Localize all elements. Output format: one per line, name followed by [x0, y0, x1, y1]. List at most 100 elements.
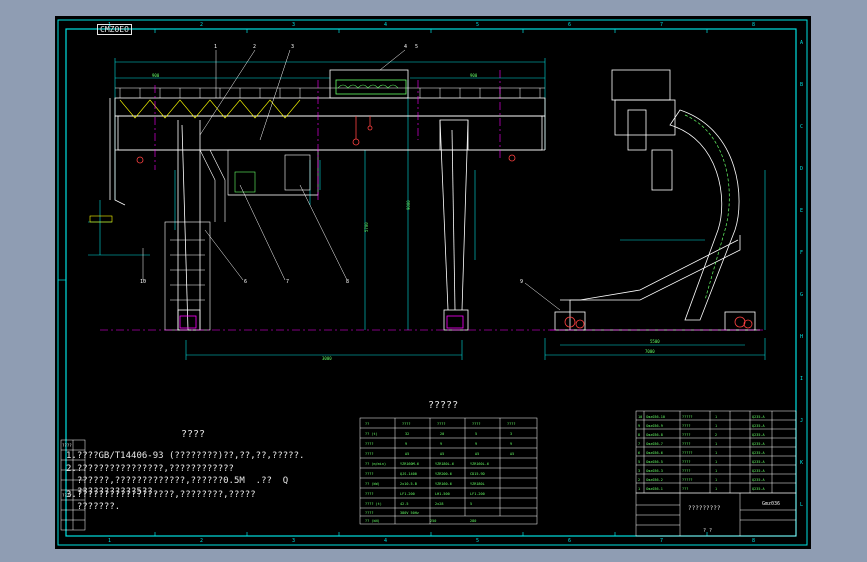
svg-text:F: F — [800, 250, 803, 256]
svg-text:3: 3 — [510, 432, 512, 436]
svg-text:Q235-A: Q235-A — [752, 487, 766, 491]
callout-6: 6 — [244, 279, 247, 285]
svg-text:Q235-A: Q235-A — [752, 415, 766, 419]
svg-text:1: 1 — [715, 487, 717, 491]
svg-text:D: D — [800, 166, 803, 172]
svg-text:5: 5 — [475, 432, 477, 436]
svg-text:CD15-9D: CD15-9D — [470, 472, 485, 476]
svg-text:????: ???? — [682, 433, 690, 437]
callout-3: 3 — [291, 44, 294, 50]
svg-text:Gmz036-1: Gmz036-1 — [646, 487, 663, 491]
svg-text:20: 20 — [440, 432, 444, 436]
svg-text:250: 250 — [430, 519, 436, 523]
border-number: 6 — [568, 22, 571, 28]
title-block-name: ????????? — [688, 505, 721, 512]
spec-table-title: ????? — [428, 400, 459, 411]
svg-text:????: ???? — [365, 442, 373, 446]
title-block-small: ? ? — [703, 528, 712, 534]
svg-text:A5: A5 — [405, 452, 409, 456]
svg-text:YZR180L: YZR180L — [470, 482, 485, 486]
svg-text:Gmz036-3: Gmz036-3 — [646, 469, 663, 473]
svg-text:Q235-A: Q235-A — [752, 433, 766, 437]
svg-text:A5: A5 — [440, 452, 444, 456]
svg-text:3000: 3000 — [322, 356, 332, 361]
svg-text:380V 50Hz: 380V 50Hz — [400, 511, 419, 515]
svg-text:Gmz036-6: Gmz036-6 — [646, 451, 663, 455]
svg-text:?????: ????? — [682, 451, 693, 455]
svg-text:2x28: 2x28 — [435, 502, 443, 506]
svg-text:????: ???? — [472, 422, 480, 426]
svg-text:A: A — [800, 40, 803, 46]
svg-text:?? (m/min): ?? (m/min) — [365, 462, 386, 466]
svg-text:?????: ????? — [682, 478, 693, 482]
svg-text:Q235-A: Q235-A — [752, 478, 766, 482]
svg-text:????: ???? — [365, 472, 373, 476]
callout-4: 4 — [404, 44, 407, 50]
notes-heading: ???? — [181, 429, 206, 440]
border-number: 2 — [200, 538, 203, 544]
svg-text:???? (t): ???? (t) — [365, 502, 382, 506]
svg-text:5500: 5500 — [650, 339, 660, 344]
svg-text:???: ??? — [682, 487, 688, 491]
svg-text:5: 5 — [638, 460, 640, 464]
svg-text:??: ?? — [365, 422, 369, 426]
svg-text:YZR180L-6: YZR180L-6 — [435, 462, 454, 466]
svg-text:????: ???? — [682, 469, 690, 473]
svg-text:A5: A5 — [475, 452, 479, 456]
callout-1: 1 — [214, 44, 217, 50]
svg-text:9000: 9000 — [406, 200, 411, 210]
svg-text:Q235-A: Q235-A — [752, 424, 766, 428]
drawing-number: Gmz036 — [762, 501, 780, 507]
svg-text:H: H — [800, 334, 803, 340]
svg-text:?? (kN): ?? (kN) — [365, 519, 380, 523]
svg-text:9: 9 — [510, 442, 512, 446]
svg-text:E: E — [800, 208, 803, 214]
note-line: ???????. — [66, 502, 121, 512]
cad-viewer-window: 1 2 3 4 5 6 7 8 1 2 3 4 5 6 7 8 ABC DEF … — [0, 0, 867, 562]
svg-text:1: 1 — [715, 460, 717, 464]
revision-label-1: ???? — [62, 443, 72, 448]
svg-text:I: I — [800, 376, 803, 382]
border-number: 3 — [292, 538, 295, 544]
svg-text:Q235-A: Q235-A — [752, 469, 766, 473]
border-number: 5 — [476, 538, 479, 544]
svg-text:Gmz036-8: Gmz036-8 — [646, 433, 663, 437]
border-number: 7 — [660, 538, 663, 544]
svg-text:Q235-A: Q235-A — [752, 460, 766, 464]
svg-text:900: 900 — [470, 73, 478, 78]
svg-text:?? (kW): ?? (kW) — [365, 482, 380, 486]
svg-text:9: 9 — [638, 424, 640, 428]
svg-text:280: 280 — [470, 519, 476, 523]
svg-text:B: B — [800, 82, 803, 88]
svg-text:2: 2 — [638, 478, 640, 482]
svg-text:1: 1 — [715, 415, 717, 419]
svg-text:????: ???? — [437, 422, 445, 426]
callout-2: 2 — [253, 44, 256, 50]
svg-text:????: ???? — [507, 422, 515, 426]
svg-text:5: 5 — [470, 502, 472, 506]
svg-text:Gmz036-2: Gmz036-2 — [646, 478, 663, 482]
border-number: 5 — [476, 22, 479, 28]
svg-text:2: 2 — [715, 433, 717, 437]
svg-text:C: C — [800, 124, 803, 130]
border-number: 3 — [292, 22, 295, 28]
svg-text:8: 8 — [638, 433, 640, 437]
svg-text:32: 32 — [405, 432, 409, 436]
svg-text:LF1-200: LF1-200 — [470, 492, 485, 496]
svg-text:L: L — [800, 502, 803, 508]
svg-text:Q235-A: Q235-A — [752, 451, 766, 455]
svg-text:9: 9 — [475, 442, 477, 446]
callout-9: 9 — [520, 279, 523, 285]
svg-text:1: 1 — [715, 424, 717, 428]
svg-text:J: J — [800, 418, 803, 424]
svg-text:7: 7 — [638, 442, 640, 446]
border-number: 2 — [200, 22, 203, 28]
svg-text:Gmz036-7: Gmz036-7 — [646, 442, 663, 446]
svg-text:????: ???? — [682, 460, 690, 464]
svg-text:1: 1 — [715, 442, 717, 446]
svg-text:?????: ????? — [682, 415, 693, 419]
svg-text:9: 9 — [405, 442, 407, 446]
svg-text:1: 1 — [715, 478, 717, 482]
svg-text:????: ???? — [365, 511, 373, 515]
callout-8: 8 — [346, 279, 349, 285]
